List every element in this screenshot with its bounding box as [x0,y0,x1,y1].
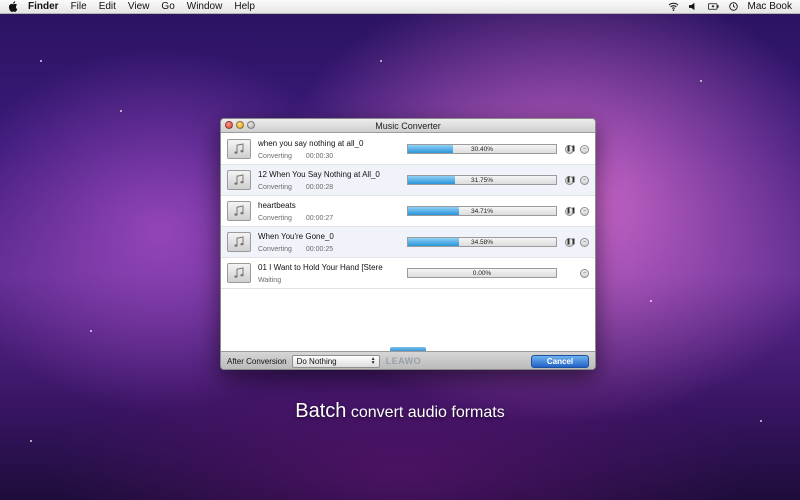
menu-bar: Finder File Edit View Go Window Help Mac… [0,0,800,14]
status-text: Converting [258,214,292,222]
elapsed-time: 00:00:27 [305,214,334,222]
remove-button[interactable]: − [580,144,589,154]
pause-button[interactable]: ❚❚ [565,206,576,216]
status-text: Converting [258,183,292,191]
wifi-icon[interactable] [668,2,679,11]
after-conversion-value: Do Nothing [296,356,337,366]
elapsed-time: 00:00:30 [305,152,334,160]
progress-bar: 30.40% [407,144,557,154]
progress-label: 34.71% [470,208,494,215]
select-arrows-icon: ▲ ▼ [370,355,376,366]
menu-go[interactable]: Go [161,0,174,14]
zoom-button[interactable] [247,121,255,129]
file-name: when you say nothing at all_0 [258,138,364,148]
status-text: Converting [258,245,292,253]
remove-button[interactable]: − [580,268,589,278]
list-item[interactable]: 01 I Want to Hold Your Hand [Stere Waiti… [221,258,595,289]
brand-logo: LEAWO [385,356,422,366]
bottom-toolbar: After Conversion Do Nothing ▲ ▼ LEAWO Can… [221,351,595,369]
list-item[interactable]: when you say nothing at all_0 Converting… [221,134,595,165]
list-item[interactable]: 12 When You Say Nothing at All_0 Convert… [221,165,595,196]
progress-bar: 31.75% [407,175,557,185]
file-name: When You're Gone_0 [258,231,334,241]
star [40,60,42,62]
menu-file[interactable]: File [71,0,87,14]
progress-bar: 0.00% [407,268,557,278]
close-button[interactable] [225,121,233,129]
volume-icon[interactable] [688,2,699,11]
star [700,80,702,82]
progress-label: 31.75% [470,177,494,184]
progress-bar: 34.58% [407,237,557,247]
status-text: Waiting [258,276,282,284]
file-name: 01 I Want to Hold Your Hand [Stere [258,262,383,272]
promo-caption: Batch convert audio formats [0,400,800,423]
pause-button[interactable]: ❚❚ [565,144,576,154]
list-item[interactable]: When You're Gone_0 Converting 00:00:25 34… [221,227,595,258]
title-bar[interactable]: Music Converter [221,119,595,133]
battery-icon[interactable] [707,2,719,11]
list-item[interactable]: heartbeats Converting 00:00:27 34.71% ❚❚ … [221,196,595,227]
music-note-icon [227,263,251,283]
user-name[interactable]: Mac Book [748,1,792,12]
window-title: Music Converter [375,121,441,131]
pause-button[interactable]: ❚❚ [565,237,576,247]
caption-text: convert audio formats [346,404,505,421]
apple-icon[interactable] [8,1,18,12]
status-text: Converting [258,152,292,160]
music-note-icon [227,201,251,221]
menu-help[interactable]: Help [234,0,255,14]
menu-finder[interactable]: Finder [28,0,59,14]
pause-button[interactable]: ❚❚ [565,175,576,185]
star [90,330,92,332]
minimize-button[interactable] [236,121,244,129]
cancel-button[interactable]: Cancel [531,355,589,368]
elapsed-time: 00:00:28 [305,183,334,191]
remove-button[interactable]: − [580,175,589,185]
caption-highlight: Batch [295,400,347,422]
menu-view[interactable]: View [128,0,150,14]
progress-label: 0.00% [472,270,492,277]
star [380,60,382,62]
remove-button[interactable]: − [580,206,589,216]
menu-window[interactable]: Window [187,0,223,14]
star [650,300,652,302]
star [30,440,32,442]
star [120,110,122,112]
file-name: heartbeats [258,200,296,210]
progress-label: 30.40% [470,146,494,153]
progress-label: 34.58% [470,239,494,246]
conversion-list: when you say nothing at all_0 Converting… [221,134,595,289]
music-converter-window: Music Converter when you say nothing at … [220,118,596,370]
music-note-icon [227,170,251,190]
file-name: 12 When You Say Nothing at All_0 [258,169,380,179]
music-note-icon [227,139,251,159]
remove-button[interactable]: − [580,237,589,247]
music-note-icon [227,232,251,252]
menu-edit[interactable]: Edit [99,0,116,14]
after-conversion-select[interactable]: Do Nothing ▲ ▼ [291,354,380,368]
elapsed-time: 00:00:25 [305,245,334,253]
clock-icon[interactable] [728,2,739,11]
progress-bar: 34.71% [407,206,557,216]
after-conversion-label: After Conversion [227,356,287,366]
